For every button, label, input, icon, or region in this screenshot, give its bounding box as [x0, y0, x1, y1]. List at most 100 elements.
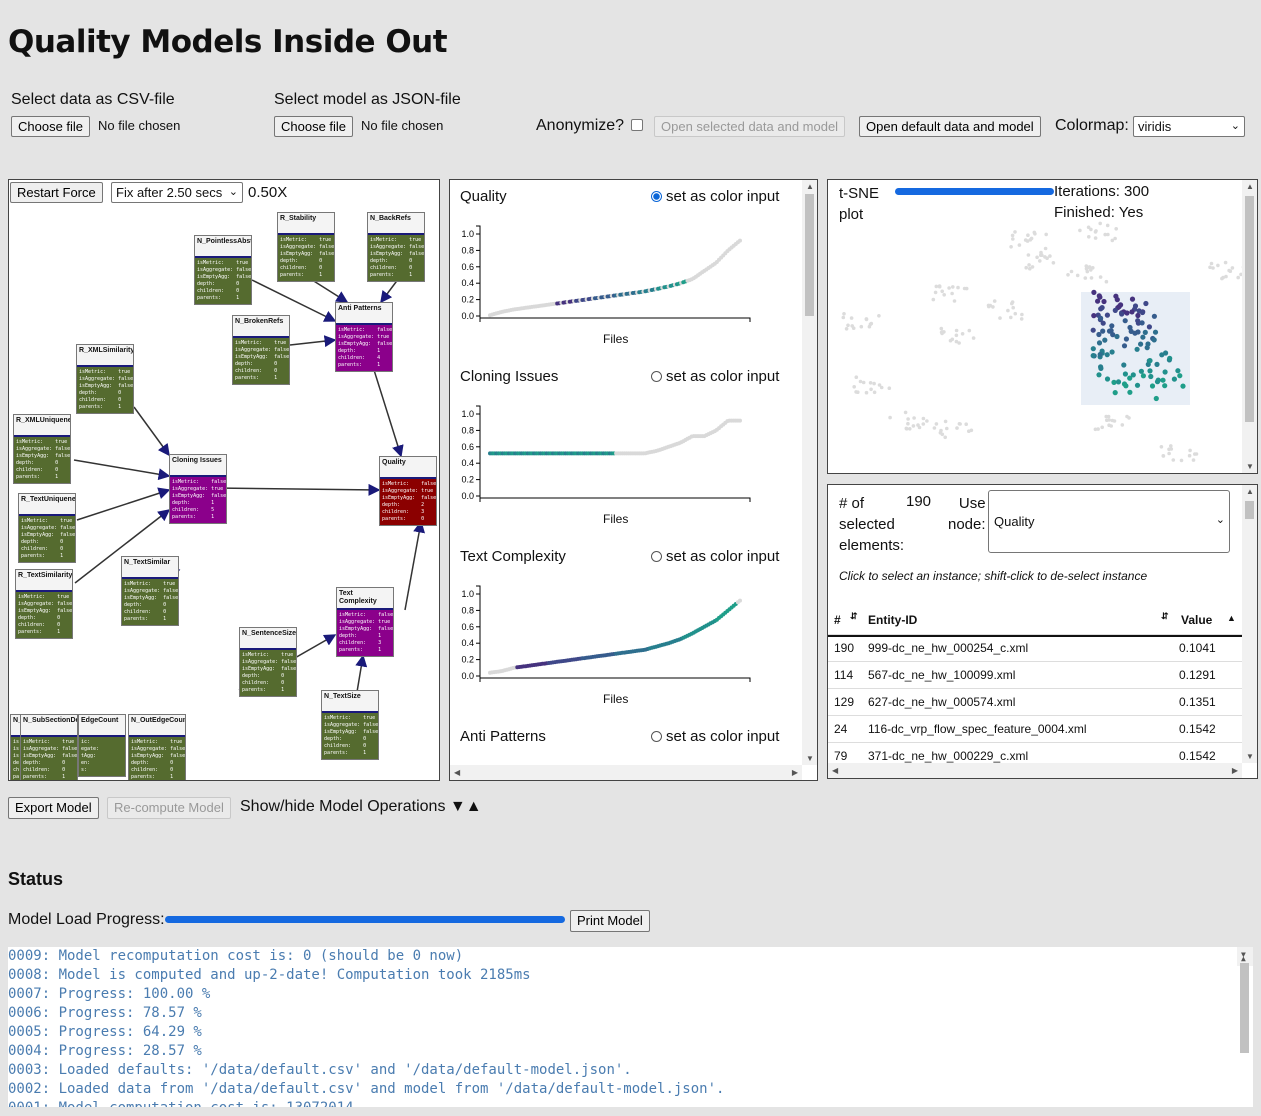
graph-node[interactable]: N_SentenceSize isMetric: true isAggregate… — [239, 627, 297, 697]
tsne-point[interactable] — [967, 429, 971, 433]
tsne-point[interactable] — [916, 423, 920, 427]
tsne-point[interactable] — [1135, 312, 1141, 319]
tsne-point[interactable] — [955, 426, 959, 430]
tsne-point[interactable] — [1236, 275, 1240, 280]
tsne-point[interactable] — [1085, 269, 1090, 274]
tsne-point[interactable] — [1122, 318, 1128, 324]
tsne-point[interactable] — [1162, 383, 1168, 389]
tsne-point[interactable] — [1140, 373, 1146, 379]
tsne-point[interactable] — [1146, 324, 1152, 330]
tsne-point[interactable] — [1013, 230, 1017, 234]
tsne-point[interactable] — [887, 386, 892, 390]
graph-node[interactable]: N_SubSectionDepthisMetric: true isAggreg… — [20, 714, 78, 780]
tsne-point[interactable] — [1187, 453, 1192, 458]
show-hide-operations[interactable]: Show/hide Model Operations ▼▲ — [240, 798, 482, 816]
tsne-point[interactable] — [1138, 341, 1144, 347]
tsne-point[interactable] — [1104, 279, 1109, 284]
tsne-point[interactable] — [933, 290, 938, 295]
tsne-point[interactable] — [877, 314, 881, 318]
tsne-point[interactable] — [1038, 259, 1042, 263]
log-scrollbar[interactable]: ▲ ▼ — [1237, 947, 1253, 1053]
metric-chart[interactable]: Text Complexity set as color input Files 1.… — [450, 546, 802, 721]
tsne-point[interactable] — [956, 285, 960, 290]
graph-node[interactable]: Anti Patterns isMetric: false isAggregate… — [335, 302, 393, 372]
data-point[interactable] — [738, 418, 742, 423]
tsne-point[interactable] — [1175, 368, 1181, 374]
tsne-point[interactable] — [1194, 452, 1199, 456]
tsne-point[interactable] — [1114, 227, 1118, 231]
tsne-point[interactable] — [1106, 414, 1111, 419]
tsne-point[interactable] — [1101, 298, 1107, 305]
tsne-point[interactable] — [958, 422, 962, 426]
table-row[interactable]: 24 116-dc_vrp_flow_spec_feature_0004.xml 0… — [828, 715, 1242, 743]
tsne-point[interactable] — [1153, 395, 1159, 402]
tsne-point[interactable] — [1152, 329, 1159, 335]
tsne-point[interactable] — [1227, 268, 1231, 273]
tsne-point[interactable] — [1091, 313, 1097, 319]
print-model-button[interactable]: Print Model — [570, 910, 650, 932]
tsne-point[interactable] — [1111, 379, 1117, 385]
tsne-point[interactable] — [864, 317, 869, 322]
tsne-point[interactable] — [1136, 308, 1142, 314]
tsne-point[interactable] — [1030, 265, 1035, 269]
tsne-point[interactable] — [861, 380, 866, 385]
recompute-model-button[interactable]: Re-compute Model — [107, 797, 231, 819]
tsne-panel[interactable]: t-SNE plot Iterations: 300 Finished: Yes … — [827, 179, 1258, 474]
tsne-point[interactable] — [906, 421, 910, 426]
tsne-point[interactable] — [856, 390, 860, 394]
export-model-button[interactable]: Export Model — [8, 797, 99, 819]
tsne-point[interactable] — [945, 426, 949, 431]
tsne-point[interactable] — [1112, 419, 1117, 423]
tsne-point[interactable] — [1140, 334, 1146, 340]
tsne-point[interactable] — [1160, 377, 1166, 383]
tsne-point[interactable] — [1010, 301, 1014, 306]
tsne-point[interactable] — [842, 312, 846, 316]
tsne-point[interactable] — [1013, 311, 1018, 316]
tsne-point[interactable] — [1162, 369, 1168, 375]
tsne-point[interactable] — [1151, 313, 1157, 319]
tsne-point[interactable] — [940, 331, 944, 336]
tsne-point[interactable] — [1009, 245, 1013, 249]
tsne-point[interactable] — [1043, 246, 1048, 251]
tsne-point[interactable] — [947, 286, 951, 290]
col-header-entity[interactable]: Entity-ID — [868, 613, 917, 627]
graph-node[interactable]: N_OutEdgeCount isMetric: true isAggregate… — [128, 714, 186, 780]
tsne-point[interactable] — [952, 299, 957, 303]
charts-vertical-scrollbar[interactable]: ▲ ▼ — [802, 180, 817, 765]
tsne-point[interactable] — [1091, 289, 1097, 295]
tsne-point[interactable] — [1109, 424, 1113, 428]
tsne-point[interactable] — [1167, 355, 1173, 361]
graph-node[interactable]: Cloning Issues isMetric: false isAggregat… — [169, 454, 227, 524]
col-header-number[interactable]: # — [834, 613, 841, 627]
tsne-point[interactable] — [1096, 293, 1102, 299]
tsne-point[interactable] — [1113, 293, 1119, 299]
open-default-button[interactable]: Open default data and model — [859, 116, 1041, 137]
tsne-point[interactable] — [1097, 351, 1103, 358]
table-row[interactable]: 79 371-dc_ne_hw_000229_c.xml 0.1542 — [828, 742, 1242, 764]
tsne-point[interactable] — [1095, 298, 1101, 304]
tsne-point[interactable] — [1224, 274, 1228, 279]
tsne-point[interactable] — [1026, 253, 1031, 257]
tsne-point[interactable] — [1090, 353, 1096, 359]
tsne-point[interactable] — [1169, 447, 1174, 451]
tsne-point[interactable] — [1069, 269, 1074, 274]
tsne-point[interactable] — [1139, 320, 1145, 326]
sort-icon[interactable]: ⇵ — [850, 611, 858, 622]
tsne-point[interactable] — [908, 427, 912, 431]
data-point[interactable] — [738, 238, 742, 243]
graph-node[interactable]: N_BrokenRefs isMetric: true isAggregate: … — [232, 315, 290, 385]
tsne-point[interactable] — [869, 321, 874, 326]
tsne-point[interactable] — [962, 286, 967, 291]
tsne-plot[interactable] — [828, 220, 1242, 473]
choose-json-button[interactable]: Choose file — [274, 116, 354, 137]
radio-icon[interactable] — [651, 551, 662, 562]
graph-node[interactable]: N_TextSize isMetric: true isAggregate: fa… — [321, 690, 379, 760]
tsne-point[interactable] — [1180, 383, 1186, 389]
tsne-point[interactable] — [854, 375, 859, 379]
open-selected-button[interactable]: Open selected data and model — [654, 116, 846, 137]
tsne-point[interactable] — [1122, 371, 1128, 377]
tsne-point[interactable] — [1135, 318, 1141, 324]
graph-node[interactable]: R_XMLSimilarity isMetric: true isAggregat… — [76, 344, 134, 414]
tsne-point[interactable] — [1028, 238, 1033, 242]
tsne-point[interactable] — [1109, 323, 1115, 329]
